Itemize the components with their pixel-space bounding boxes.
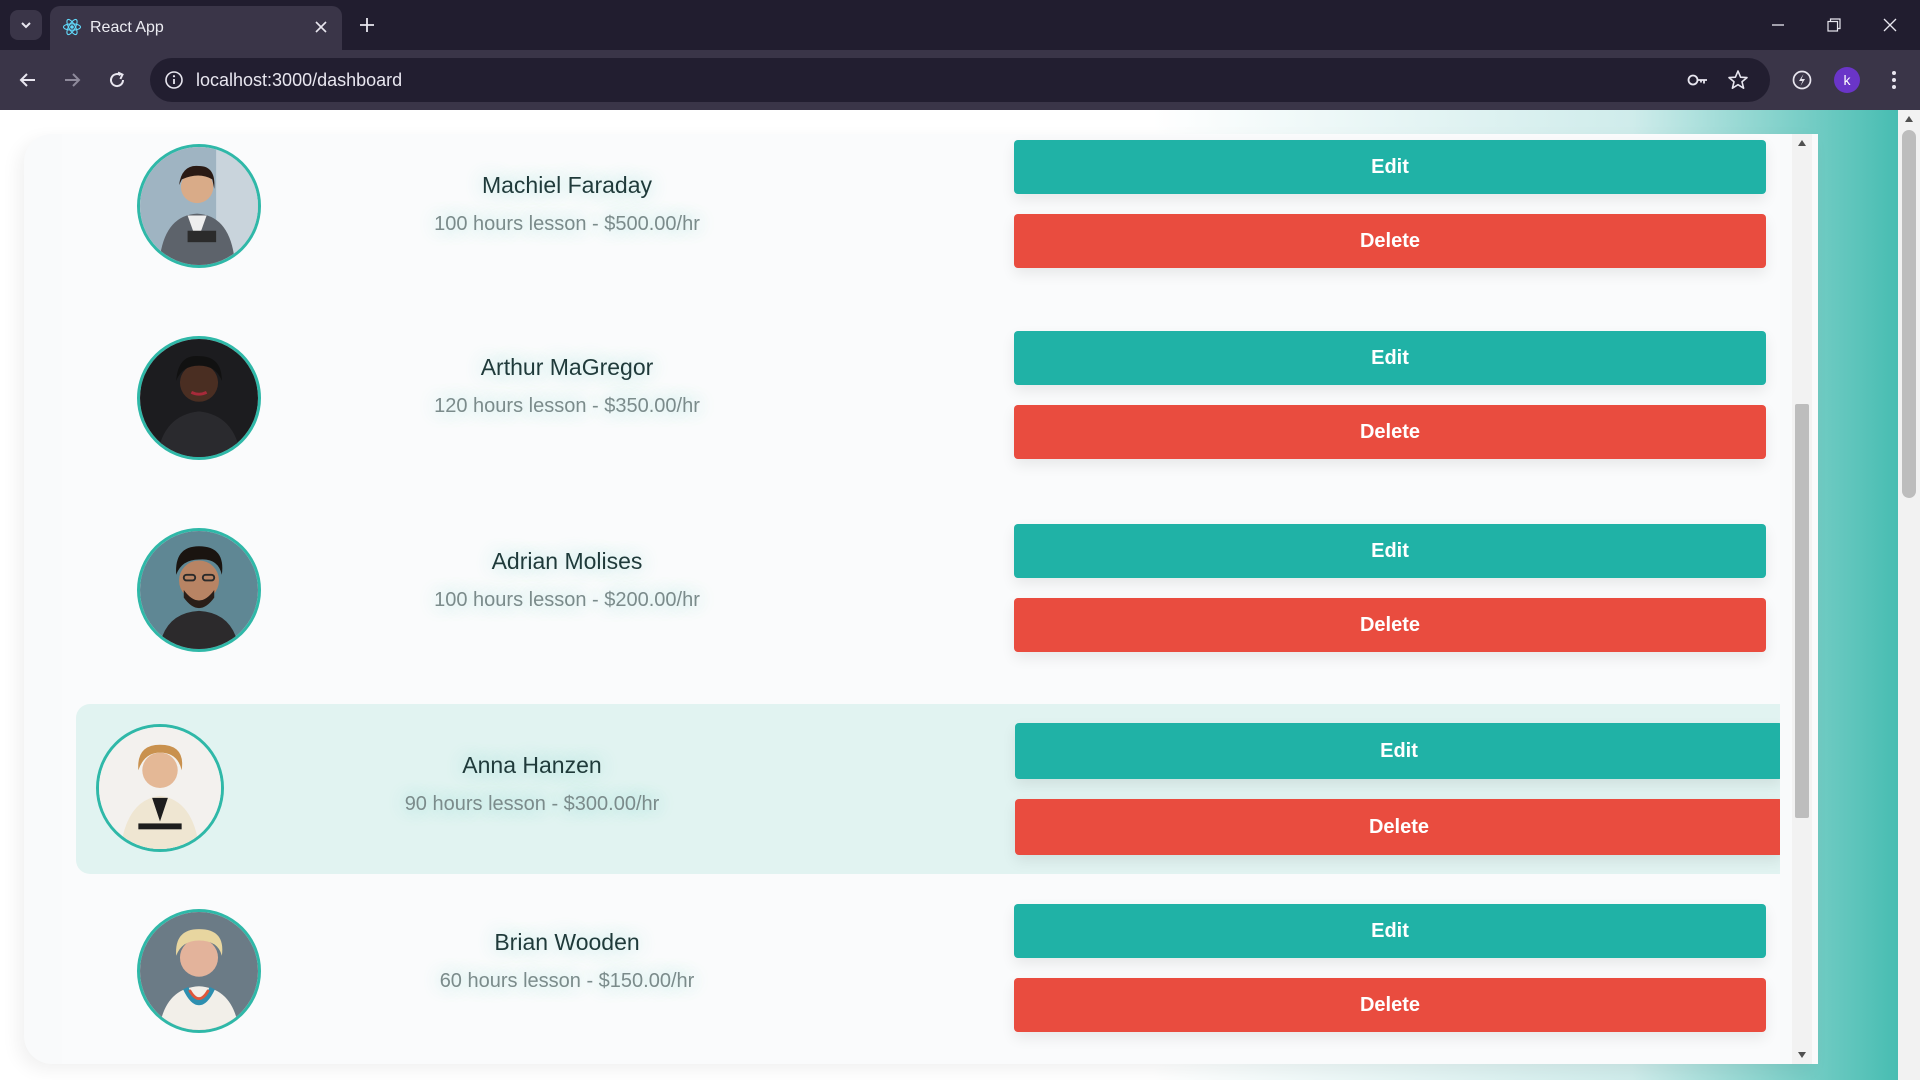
list-scrollbar[interactable]: [1792, 134, 1812, 1064]
instructor-avatar: [137, 909, 261, 1033]
react-logo-icon: [62, 18, 82, 36]
address-bar[interactable]: localhost:3000/dashboard: [150, 58, 1770, 102]
edit-button[interactable]: Edit: [1014, 904, 1766, 958]
arrow-left-icon: [19, 73, 35, 87]
tab-search-button[interactable]: [10, 10, 42, 40]
triangle-up-icon: [1905, 116, 1913, 122]
instructor-row: Adrian Molises 100 hours lesson - $200.0…: [62, 515, 1780, 685]
tab-close-button[interactable]: [310, 16, 332, 38]
url-text: localhost:3000/dashboard: [196, 70, 403, 90]
instructor-info: Adrian Molises 100 hours lesson - $200.0…: [397, 548, 737, 612]
tab-title: React App: [90, 19, 164, 36]
instructor-lesson: 90 hours lesson - $300.00/hr: [404, 793, 660, 815]
minimize-button[interactable]: [1750, 0, 1806, 50]
triangle-up-icon: [1798, 140, 1806, 146]
instructor-avatar: [96, 724, 224, 852]
chevron-down-icon: [21, 22, 31, 29]
delete-button[interactable]: Delete: [1014, 405, 1766, 459]
instructor-name: Adrian Molises: [491, 548, 643, 574]
page-scrollbar[interactable]: [1898, 110, 1920, 1080]
delete-button[interactable]: Delete: [1014, 214, 1766, 268]
page-viewport: Machiel Faraday 100 hours lesson - $500.…: [0, 110, 1920, 1080]
instructor-name: Brian Wooden: [494, 929, 640, 955]
info-icon[interactable]: [164, 70, 184, 90]
browser-tab[interactable]: React App: [50, 6, 342, 50]
instructor-info: Anna Hanzen 90 hours lesson - $300.00/hr: [362, 752, 702, 816]
browser-toolbar: localhost:3000/dashboard k: [0, 50, 1920, 110]
restore-icon: [1827, 18, 1841, 32]
bookmark-button[interactable]: [1726, 68, 1750, 92]
triangle-down-icon: [1798, 1052, 1806, 1058]
portrait-image: [140, 339, 258, 457]
scroll-down-button[interactable]: [1792, 1046, 1812, 1064]
password-key-button[interactable]: [1686, 68, 1710, 92]
close-icon: [315, 21, 327, 33]
profile-avatar[interactable]: k: [1834, 67, 1860, 93]
edit-button[interactable]: Edit: [1014, 331, 1766, 385]
instructor-row: Brian Wooden 60 hours lesson - $150.00/h…: [62, 894, 1780, 1064]
instructor-name: Anna Hanzen: [462, 752, 602, 778]
edit-button[interactable]: Edit: [1014, 524, 1766, 578]
edit-button[interactable]: Edit: [1015, 723, 1780, 779]
performance-icon: [1792, 70, 1812, 90]
instructor-lesson: 100 hours lesson - $200.00/hr: [434, 589, 700, 611]
instructor-name: Machiel Faraday: [481, 172, 653, 198]
window-close-button[interactable]: [1862, 0, 1918, 50]
instructor-row-highlighted: Anna Hanzen 90 hours lesson - $300.00/hr…: [76, 704, 1780, 874]
plus-icon: [360, 18, 374, 32]
instructor-avatar: [137, 336, 261, 460]
instructor-info: Arthur MaGregor 120 hours lesson - $350.…: [397, 354, 737, 418]
dashboard-card: Machiel Faraday 100 hours lesson - $500.…: [24, 134, 1818, 1064]
instructor-info: Machiel Faraday 100 hours lesson - $500.…: [397, 172, 737, 236]
star-icon: [1728, 70, 1748, 89]
more-vert-icon: [1892, 71, 1896, 89]
key-icon: [1687, 74, 1707, 86]
page-scroll-up-button[interactable]: [1898, 110, 1920, 128]
reload-icon: [110, 71, 125, 88]
instructor-lesson: 100 hours lesson - $500.00/hr: [434, 213, 700, 235]
close-icon: [1883, 18, 1897, 32]
browser-tab-bar: React App: [0, 0, 1920, 50]
portrait-image: [99, 727, 221, 849]
instructor-info: Brian Wooden 60 hours lesson - $150.00/h…: [397, 929, 737, 993]
instructor-avatar: [137, 144, 261, 268]
arrow-right-icon: [65, 73, 81, 87]
reload-button[interactable]: [99, 62, 135, 98]
portrait-image: [140, 912, 258, 1030]
delete-button[interactable]: Delete: [1014, 598, 1766, 652]
delete-button[interactable]: Delete: [1015, 799, 1780, 855]
back-button[interactable]: [10, 62, 46, 98]
portrait-image: [140, 531, 258, 649]
instructor-row: Arthur MaGregor 120 hours lesson - $350.…: [62, 324, 1780, 494]
page-scrollbar-thumb[interactable]: [1902, 130, 1916, 498]
instructor-lesson: 60 hours lesson - $150.00/hr: [439, 970, 695, 992]
instructor-name: Arthur MaGregor: [480, 354, 654, 380]
forward-button[interactable]: [54, 62, 90, 98]
portrait-image: [140, 147, 258, 265]
new-tab-button[interactable]: [352, 10, 382, 40]
instructor-row: Machiel Faraday 100 hours lesson - $500.…: [62, 134, 1780, 304]
edit-button[interactable]: Edit: [1014, 140, 1766, 194]
instructor-avatar: [137, 528, 261, 652]
browser-menu-button[interactable]: [1876, 62, 1912, 98]
scrollbar-thumb[interactable]: [1795, 404, 1809, 818]
performance-button[interactable]: [1784, 62, 1820, 98]
minimize-icon: [1772, 24, 1784, 26]
delete-button[interactable]: Delete: [1014, 978, 1766, 1032]
scroll-up-button[interactable]: [1792, 134, 1812, 152]
instructor-list: Machiel Faraday 100 hours lesson - $500.…: [62, 134, 1780, 1064]
restore-button[interactable]: [1806, 0, 1862, 50]
instructor-lesson: 120 hours lesson - $350.00/hr: [434, 395, 700, 417]
